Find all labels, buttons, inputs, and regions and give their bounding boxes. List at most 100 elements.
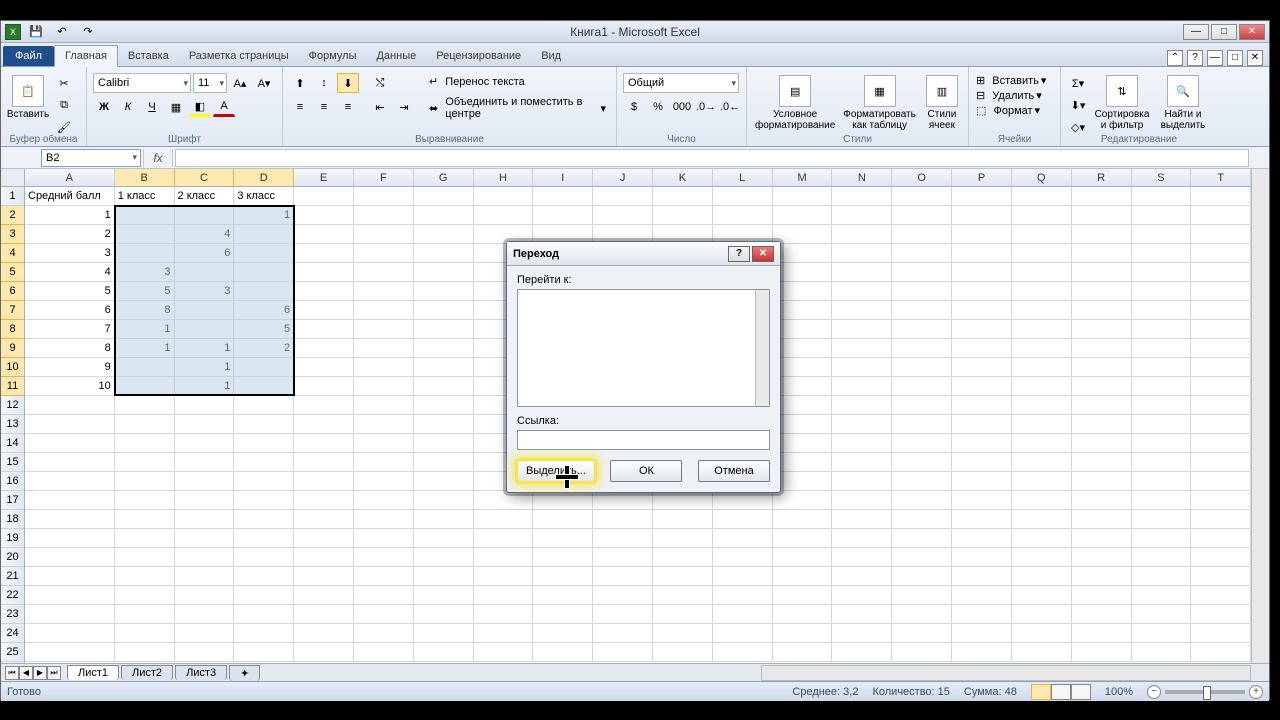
cell-E19[interactable]	[294, 529, 354, 548]
cell-M14[interactable]	[773, 434, 833, 453]
cell-G4[interactable]	[414, 244, 474, 263]
minimize-button[interactable]: —	[1183, 24, 1209, 40]
cell-Q23[interactable]	[1012, 605, 1072, 624]
cell-I20[interactable]	[533, 548, 593, 567]
cell-R16[interactable]	[1072, 472, 1132, 491]
cell-P19[interactable]	[952, 529, 1012, 548]
cell-T6[interactable]	[1191, 282, 1251, 301]
cell-B20[interactable]	[115, 548, 175, 567]
cell-H1[interactable]	[474, 187, 534, 206]
cell-E11[interactable]	[294, 377, 354, 396]
cell-B5[interactable]: 3	[115, 263, 175, 282]
cell-D8[interactable]: 5	[234, 320, 294, 339]
cell-F12[interactable]	[354, 396, 414, 415]
cell-B23[interactable]	[115, 605, 175, 624]
merge-center-button[interactable]: ⬌ Объединить и поместить в центре ▾	[425, 94, 610, 122]
cell-G21[interactable]	[414, 567, 474, 586]
cell-G23[interactable]	[414, 605, 474, 624]
cell-B25[interactable]	[115, 643, 175, 662]
cell-A3[interactable]: 2	[25, 225, 115, 244]
row-header-17[interactable]: 17	[1, 491, 24, 510]
new-sheet-icon[interactable]: ✦	[229, 665, 260, 681]
cell-T14[interactable]	[1191, 434, 1251, 453]
cell-S11[interactable]	[1132, 377, 1192, 396]
view-pagelayout-icon[interactable]	[1051, 684, 1071, 700]
cell-M5[interactable]	[773, 263, 833, 282]
row-header-15[interactable]: 15	[1, 453, 24, 472]
cell-S15[interactable]	[1132, 453, 1192, 472]
cell-P20[interactable]	[952, 548, 1012, 567]
cell-F1[interactable]	[354, 187, 414, 206]
close-button[interactable]: ✕	[1239, 24, 1265, 40]
cell-E15[interactable]	[294, 453, 354, 472]
cell-D14[interactable]	[234, 434, 294, 453]
cell-P5[interactable]	[952, 263, 1012, 282]
cell-C9[interactable]: 1	[175, 339, 235, 358]
cell-S9[interactable]	[1132, 339, 1192, 358]
cell-O1[interactable]	[892, 187, 952, 206]
cell-A8[interactable]: 7	[25, 320, 115, 339]
cell-E4[interactable]	[294, 244, 354, 263]
cell-N13[interactable]	[832, 415, 892, 434]
row-header-4[interactable]: 4	[1, 244, 24, 263]
cell-S23[interactable]	[1132, 605, 1192, 624]
col-header-O[interactable]: O	[892, 169, 952, 186]
cell-F4[interactable]	[354, 244, 414, 263]
cell-P24[interactable]	[952, 624, 1012, 643]
cell-T23[interactable]	[1191, 605, 1251, 624]
cell-E3[interactable]	[294, 225, 354, 244]
cell-N8[interactable]	[832, 320, 892, 339]
name-box[interactable]: B2	[41, 149, 141, 167]
cell-D15[interactable]	[234, 453, 294, 472]
cell-M6[interactable]	[773, 282, 833, 301]
cell-J20[interactable]	[593, 548, 653, 567]
cell-Q17[interactable]	[1012, 491, 1072, 510]
file-tab[interactable]: Файл	[3, 46, 54, 66]
cell-I17[interactable]	[533, 491, 593, 510]
cell-R13[interactable]	[1072, 415, 1132, 434]
cell-C6[interactable]: 3	[175, 282, 235, 301]
row-header-19[interactable]: 19	[1, 529, 24, 548]
cell-S6[interactable]	[1132, 282, 1192, 301]
cell-K20[interactable]	[653, 548, 713, 567]
cell-H17[interactable]	[474, 491, 534, 510]
cell-N10[interactable]	[832, 358, 892, 377]
cell-J25[interactable]	[593, 643, 653, 662]
cell-I25[interactable]	[533, 643, 593, 662]
cell-S12[interactable]	[1132, 396, 1192, 415]
cell-S20[interactable]	[1132, 548, 1192, 567]
cell-N22[interactable]	[832, 586, 892, 605]
tab-home[interactable]: Главная	[54, 45, 118, 67]
cell-N1[interactable]	[832, 187, 892, 206]
cell-C7[interactable]	[175, 301, 235, 320]
cell-O20[interactable]	[892, 548, 952, 567]
cell-F22[interactable]	[354, 586, 414, 605]
cell-H19[interactable]	[474, 529, 534, 548]
increase-decimal-icon[interactable]: .0→	[695, 97, 717, 117]
cell-K24[interactable]	[653, 624, 713, 643]
cell-Q2[interactable]	[1012, 206, 1072, 225]
cell-H25[interactable]	[474, 643, 534, 662]
currency-icon[interactable]: $	[623, 97, 645, 117]
cell-M15[interactable]	[773, 453, 833, 472]
cell-S2[interactable]	[1132, 206, 1192, 225]
cell-E23[interactable]	[294, 605, 354, 624]
cell-O13[interactable]	[892, 415, 952, 434]
cell-T11[interactable]	[1191, 377, 1251, 396]
cell-F11[interactable]	[354, 377, 414, 396]
cell-M20[interactable]	[773, 548, 833, 567]
cell-D7[interactable]: 6	[234, 301, 294, 320]
cell-P2[interactable]	[952, 206, 1012, 225]
col-header-Q[interactable]: Q	[1012, 169, 1072, 186]
cell-T24[interactable]	[1191, 624, 1251, 643]
doc-restore-icon[interactable]: □	[1227, 50, 1243, 66]
col-header-A[interactable]: A	[25, 169, 115, 186]
conditional-format-button[interactable]: ▤ Условное форматирование	[753, 73, 837, 133]
cell-D25[interactable]	[234, 643, 294, 662]
cell-A11[interactable]: 10	[25, 377, 115, 396]
cell-T16[interactable]	[1191, 472, 1251, 491]
cell-O6[interactable]	[892, 282, 952, 301]
cell-G17[interactable]	[414, 491, 474, 510]
cell-G19[interactable]	[414, 529, 474, 548]
cell-O11[interactable]	[892, 377, 952, 396]
